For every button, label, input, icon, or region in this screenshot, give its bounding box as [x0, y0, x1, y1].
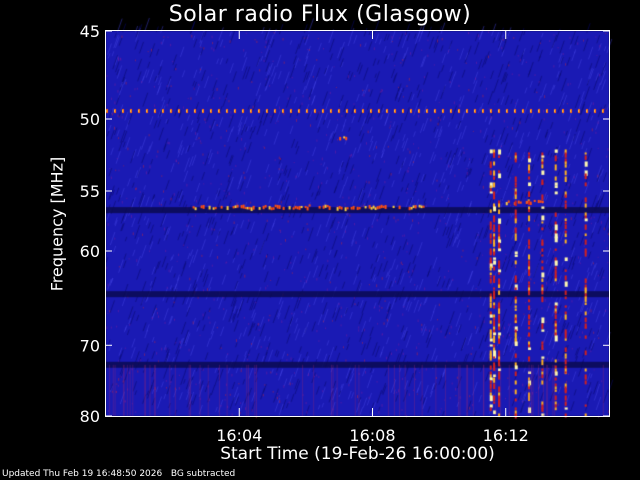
- x-axis-ticks: 16:04 16:08 16:12: [216, 31, 529, 445]
- y-tick-label: 55: [80, 182, 100, 201]
- x-tick-label: 16:04: [216, 426, 262, 445]
- y-tick-label: 60: [80, 242, 100, 261]
- footer-status: Updated Thu Feb 19 16:48:50 2026 BG subt…: [2, 469, 235, 479]
- y-axis-ticks: 455055607080: [80, 22, 609, 426]
- y-tick-label: 50: [80, 110, 100, 129]
- chart-axes: 455055607080 16:04 16:08 16:12: [80, 22, 610, 445]
- x-tick-label: 16:12: [483, 426, 529, 445]
- bg-note: BG subtracted: [170, 469, 236, 479]
- y-axis-label: Frequency [MHz]: [47, 156, 67, 292]
- x-tick-label: 16:08: [349, 426, 395, 445]
- plot-frame: [105, 30, 610, 417]
- y-tick-label: 80: [80, 407, 100, 426]
- updated-timestamp: Updated Thu Feb 19 16:48:50 2026: [2, 469, 163, 479]
- chart-title: Solar radio Flux (Glasgow): [168, 2, 472, 27]
- y-tick-label: 70: [80, 336, 100, 355]
- x-axis-label: Start Time (19-Feb-26 16:00:00): [220, 444, 495, 464]
